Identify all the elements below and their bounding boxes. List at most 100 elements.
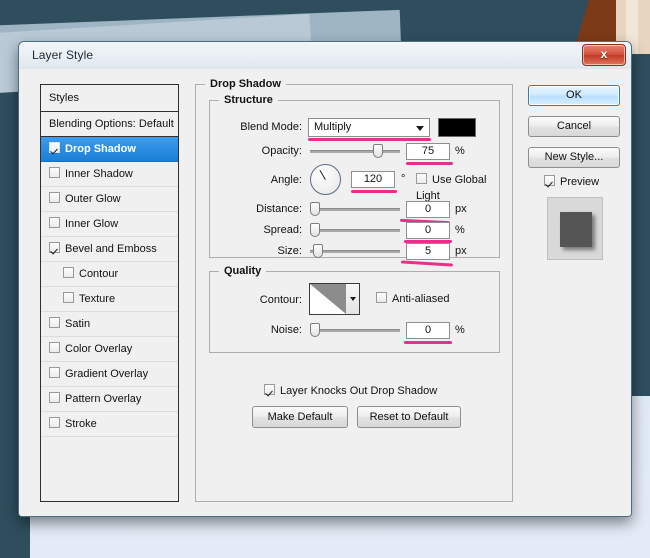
drop-shadow-group: Drop Shadow Structure Blend Mode: Multip… (195, 84, 513, 502)
style-row-label: Inner Shadow (65, 168, 133, 180)
style-row-label: Color Overlay (65, 343, 132, 355)
style-row-pattern-overlay[interactable]: Pattern Overlay (41, 387, 178, 412)
dialog-body: Styles Blending Options: Default Drop Sha… (19, 69, 631, 516)
spread-label: Spread: (210, 220, 302, 240)
opacity-slider[interactable] (310, 143, 400, 159)
opacity-unit: % (455, 141, 465, 161)
style-row-outer-glow[interactable]: Outer Glow (41, 187, 178, 212)
checkbox-icon[interactable] (49, 342, 60, 353)
spread-input[interactable]: 0 (406, 222, 450, 239)
distance-input[interactable]: 0 (406, 201, 450, 218)
style-row-stroke[interactable]: Stroke (41, 412, 178, 437)
style-row-color-overlay[interactable]: Color Overlay (41, 337, 178, 362)
styles-list-rows: Blending Options: Default Drop Shadow Inne… (41, 112, 178, 437)
checkbox-icon[interactable] (49, 417, 60, 428)
style-row-drop-shadow[interactable]: Drop Shadow (41, 137, 178, 162)
size-unit: px (455, 241, 467, 261)
opacity-slider-track (310, 150, 400, 153)
style-row-label: Contour (79, 268, 118, 280)
spread-slider[interactable] (310, 222, 400, 238)
angle-input[interactable]: 120 (351, 171, 395, 188)
style-row-texture[interactable]: Texture (41, 287, 178, 312)
style-row-label: Gradient Overlay (65, 368, 148, 380)
style-row-label: Satin (65, 318, 90, 330)
preview-checkbox[interactable]: Preview (544, 174, 599, 190)
style-row-satin[interactable]: Satin (41, 312, 178, 337)
contour-label: Contour: (210, 290, 302, 310)
spread-slider-thumb[interactable] (310, 223, 320, 237)
size-slider[interactable] (310, 243, 400, 259)
style-row-blending-options-default[interactable]: Blending Options: Default (41, 112, 178, 137)
style-row-label: Inner Glow (65, 218, 118, 230)
size-slider-thumb[interactable] (313, 244, 323, 258)
noise-input[interactable]: 0 (406, 322, 450, 339)
angle-unit: ° (401, 169, 405, 189)
noise-slider[interactable] (310, 322, 400, 338)
style-row-label: Outer Glow (65, 193, 121, 205)
contour-preview[interactable] (309, 283, 347, 315)
checkbox-icon[interactable] (49, 217, 60, 228)
preview-sample-square (560, 212, 592, 247)
blend-mode-value: Multiply (314, 121, 351, 133)
style-row-gradient-overlay[interactable]: Gradient Overlay (41, 362, 178, 387)
shadow-color-swatch[interactable] (438, 118, 476, 137)
checkbox-icon (544, 175, 555, 186)
annotation-underline-angle (351, 190, 397, 193)
preview-thumbnail (547, 197, 603, 260)
noise-label: Noise: (210, 320, 302, 340)
preview-label: Preview (560, 176, 599, 188)
noise-slider-thumb[interactable] (310, 323, 320, 337)
distance-slider-thumb[interactable] (310, 202, 320, 216)
opacity-input[interactable]: 75 (406, 143, 450, 160)
annotation-underline-opacity (406, 162, 453, 165)
checkbox-icon[interactable] (49, 367, 60, 378)
size-input[interactable]: 5 (406, 243, 450, 260)
styles-list-panel: Styles Blending Options: Default Drop Sha… (40, 84, 179, 502)
structure-group: Structure Blend Mode: Multiply Opacity: … (209, 100, 500, 258)
checkbox-icon[interactable] (63, 292, 74, 303)
checkbox-icon[interactable] (49, 142, 60, 153)
style-row-label: Bevel and Emboss (65, 243, 157, 255)
new-style-button[interactable]: New Style... (528, 147, 620, 168)
checkbox-icon[interactable] (63, 267, 74, 278)
cancel-button[interactable]: Cancel (528, 116, 620, 137)
drop-shadow-group-title: Drop Shadow (205, 78, 286, 90)
angle-label: Angle: (210, 170, 302, 190)
make-default-button[interactable]: Make Default (252, 406, 348, 428)
dialog-title: Layer Style (32, 48, 93, 62)
anti-aliased-checkbox[interactable]: Anti-aliased (376, 291, 449, 307)
opacity-label: Opacity: (210, 141, 302, 161)
style-row-label: Drop Shadow (65, 143, 136, 155)
quality-group-title: Quality (219, 265, 266, 277)
style-row-inner-shadow[interactable]: Inner Shadow (41, 162, 178, 187)
contour-dropdown-button[interactable] (346, 283, 360, 315)
blend-mode-select[interactable]: Multiply (308, 118, 430, 137)
style-row-contour[interactable]: Contour (41, 262, 178, 287)
style-row-label: Texture (79, 293, 115, 305)
layer-knocks-out-checkbox[interactable]: Layer Knocks Out Drop Shadow (264, 383, 437, 399)
style-row-label: Pattern Overlay (65, 393, 141, 405)
opacity-slider-thumb[interactable] (373, 144, 383, 158)
checkbox-icon[interactable] (49, 192, 60, 203)
structure-group-title: Structure (219, 94, 278, 106)
checkbox-icon[interactable] (49, 242, 60, 253)
styles-list-header: Styles (41, 85, 178, 112)
ok-button[interactable]: OK (528, 85, 620, 106)
style-row-inner-glow[interactable]: Inner Glow (41, 212, 178, 237)
checkbox-icon[interactable] (49, 392, 60, 403)
close-icon[interactable]: x (582, 44, 626, 66)
dialog-titlebar[interactable]: Layer Style x (19, 42, 631, 70)
annotation-underline-noise (404, 341, 452, 344)
reset-to-default-button[interactable]: Reset to Default (357, 406, 461, 428)
angle-dial[interactable] (310, 164, 341, 195)
checkbox-icon (376, 292, 387, 303)
distance-slider[interactable] (310, 201, 400, 217)
checkbox-icon (416, 173, 427, 184)
spread-unit: % (455, 220, 465, 240)
blend-mode-label: Blend Mode: (210, 117, 302, 137)
checkbox-icon[interactable] (49, 317, 60, 328)
checkbox-icon[interactable] (49, 167, 60, 178)
distance-unit: px (455, 199, 467, 219)
style-row-bevel-and-emboss[interactable]: Bevel and Emboss (41, 237, 178, 262)
chevron-down-icon (350, 297, 356, 301)
